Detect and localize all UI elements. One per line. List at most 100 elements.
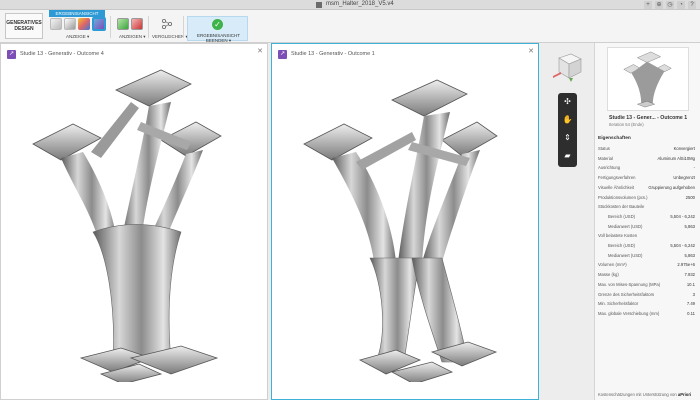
close-icon[interactable]: ✕ [528, 47, 534, 55]
property-row: Max. globale Verschiebung (mm) 0.11 [598, 311, 698, 319]
finish-results-button[interactable]: ✓ ERGEBNISANSICHT BEENDEN ▾ [187, 16, 248, 43]
properties-panel: Studie 13 - Gener... - Outcome 1 Iterati… [594, 43, 700, 400]
viewport-canvas[interactable]: ↗ Studie 13 - Generativ - Outcome 4 ✕ ↗ … [0, 43, 700, 400]
extensions-icon[interactable]: ⊕ [655, 1, 663, 9]
property-key: Volumen (mm³) [598, 262, 627, 268]
property-row: Grenze des Sicherheitsfaktors 3 [598, 292, 698, 300]
property-key: Status [598, 146, 610, 151]
property-value: 0.11 [687, 310, 695, 316]
property-value: Unbegrenzt [673, 175, 695, 181]
outcome-iteration: Iteration 54 (Ende) [609, 122, 644, 127]
outcome-thumbnail[interactable] [607, 47, 689, 111]
show-red-icon[interactable] [131, 18, 143, 30]
outcome-pane-right[interactable]: ↗ Studie 13 - Generativ - Outcome 1 ✕ [271, 43, 539, 400]
tab-ergebnisansicht[interactable]: ERGEBNISANSICHT [49, 10, 105, 17]
property-key: Bereich (USD) [608, 243, 635, 248]
property-value: Konvergiert [673, 146, 695, 151]
generative-outcome-icon: ↗ [278, 49, 287, 59]
ribbon-separator [110, 16, 111, 38]
notifications-icon[interactable]: ◔ [677, 1, 685, 9]
property-key: Produktionsvolumen (pcs.) [598, 194, 648, 200]
property-value: 2.975e+6 [677, 262, 695, 268]
property-row: Max. von Mises-Spannung (MPa) 10.1 [598, 282, 698, 290]
display-mode-shaded-icon[interactable] [64, 18, 76, 30]
pane-title: Studie 13 - Generativ - Outcome 4 [20, 51, 104, 57]
help-icon[interactable]: ? [688, 1, 696, 9]
workspace-label-line2: DESIGN [14, 26, 34, 32]
compare-icon[interactable] [161, 18, 173, 30]
orbit-icon[interactable]: ✣ [562, 96, 573, 107]
group-label-anzeigen[interactable]: ANZEIGEN ▾ [119, 34, 146, 40]
property-key: Visuelle Ähnlichkeit [598, 184, 635, 190]
add-tab-icon[interactable]: + [644, 1, 652, 9]
property-value: 5,504 - 6,242 [670, 213, 695, 219]
job-status-icon[interactable]: ◷ [666, 1, 674, 9]
property-value: 3 [692, 291, 695, 297]
show-green-icon[interactable] [117, 18, 129, 30]
navigation-bar: ✣ ✋ ⇕ ▰ [558, 93, 577, 167]
property-row: Bereich (USD) 5,504 - 6,242 [598, 243, 698, 251]
property-value: Gruppierung aufgehoben [648, 184, 695, 190]
property-key: Stückkosten der Bauteile [598, 204, 645, 210]
property-key: Max. von Mises-Spannung (MPa) [598, 281, 661, 287]
property-row: Fertigungsverfahren Unbegrenzt [598, 175, 698, 183]
ribbon-toolbar: GENERATIVES DESIGN ERGEBNISANSICHT ANZEI… [0, 10, 700, 43]
checkmark-icon: ✓ [212, 19, 223, 30]
property-value: 7.49 [686, 301, 695, 307]
property-row: Min. Sicherheitsfaktor 7.49 [598, 301, 698, 309]
outcome-title: Studie 13 - Gener... - Outcome 1 [609, 115, 688, 121]
close-icon[interactable]: ✕ [257, 47, 263, 55]
property-row: Medianwert (USD) 5,863 [598, 224, 698, 232]
properties-heading: Eigenschaften [598, 136, 631, 141]
camera-icon[interactable]: ▰ [562, 150, 573, 161]
outcome-model-render [32, 69, 222, 382]
cost-estimate-footer: Kostenschätzungen mit Unterstützung von … [598, 392, 698, 398]
property-value: 5,504 - 6,242 [670, 243, 695, 248]
title-bar: msm_Halter_2018_V5.v4 + ⊕ ◷ ◔ ? [0, 0, 700, 10]
property-key: Voll belastete Kosten [598, 233, 638, 239]
display-mode-heatmap-icon[interactable] [78, 18, 90, 30]
document-icon [316, 2, 322, 8]
property-key: Medianwert (USD) [608, 252, 643, 258]
ribbon-separator [183, 16, 184, 38]
property-row: Produktionsvolumen (pcs.) 2500 [598, 195, 698, 203]
property-key: Min. Sicherheitsfaktor [598, 301, 639, 307]
property-value: - [693, 165, 695, 171]
property-value: 7.932 [684, 272, 695, 278]
property-row: Masse (kg) 7.932 [598, 272, 698, 280]
property-key: Max. globale Verschiebung (mm) [598, 310, 660, 316]
pan-hand-icon[interactable]: ✋ [562, 114, 573, 125]
generative-outcome-icon: ↗ [7, 49, 16, 59]
ribbon-separator [148, 16, 149, 38]
property-key: Bereich (USD) [608, 213, 635, 219]
property-row: Ausrichtung - [598, 165, 698, 173]
property-value: Aluminum AlSi10Mg [657, 155, 695, 161]
property-row: Medianwert (USD) 5,863 [598, 253, 698, 261]
display-mode-safety-icon[interactable] [92, 17, 106, 31]
outcome-model-render [303, 79, 498, 382]
property-key: Grenze des Sicherheitsfaktors [598, 291, 655, 297]
property-key: Ausrichtung [598, 165, 621, 171]
property-key: Medianwert (USD) [608, 223, 643, 229]
property-row: Status Konvergiert [598, 146, 698, 154]
property-row: Visuelle Ähnlichkeit Gruppierung aufgehob… [598, 185, 698, 193]
pane-title: Studie 13 - Generativ - Outcome 1 [291, 51, 375, 57]
property-value: 10.1 [686, 281, 695, 287]
property-value: 5,863 [684, 252, 695, 258]
property-row: Volumen (mm³) 2.975e+6 [598, 262, 698, 270]
workspace-switcher[interactable]: GENERATIVES DESIGN [5, 13, 43, 39]
property-value: 2500 [685, 194, 695, 200]
display-mode-grey-icon[interactable] [50, 18, 62, 30]
zoom-icon[interactable]: ⇕ [562, 132, 573, 143]
property-key: Masse (kg) [598, 272, 619, 278]
footer-text: Kostenschätzungen mit Unterstützung von [598, 392, 677, 397]
property-row: Voll belastete Kosten [598, 233, 698, 241]
property-value: 5,863 [684, 223, 695, 229]
viewcube-icon[interactable] [549, 50, 585, 84]
window-title: msm_Halter_2018_V5.v4 [326, 1, 394, 7]
outcome-pane-left[interactable]: ↗ Studie 13 - Generativ - Outcome 4 ✕ [0, 43, 268, 400]
group-label-anzeige[interactable]: ANZEIGE ▾ [66, 34, 89, 40]
property-key: Fertigungsverfahren [598, 175, 636, 181]
apriori-logo: aPriori [677, 392, 692, 397]
property-key: Material [598, 155, 613, 161]
